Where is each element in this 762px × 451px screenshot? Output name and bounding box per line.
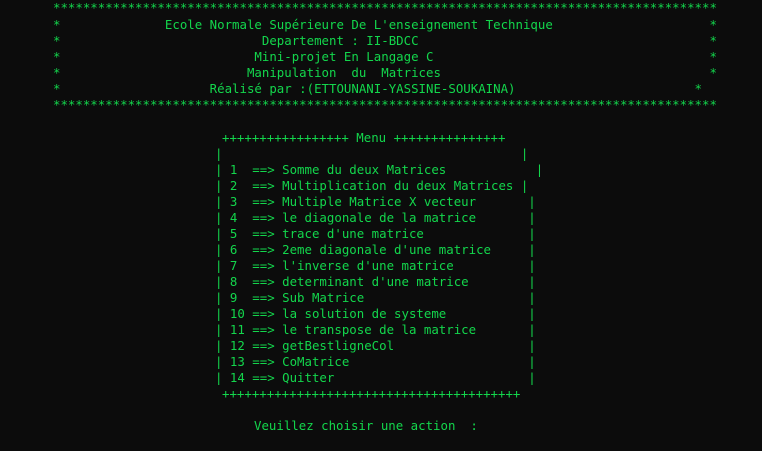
- menu-item-3: | 3 ==> Multiple Matrice X vecteur |: [215, 194, 536, 209]
- menu-item-6: | 6 ==> 2eme diagonale d'une matrice |: [215, 242, 536, 257]
- menu-item-1: | 1 ==> Somme du deux Matrices |: [215, 162, 544, 177]
- menu-item-10: | 10 ==> la solution de systeme |: [215, 306, 536, 321]
- banner-school-line: * Ecole Normale Supérieure De L'enseigne…: [53, 17, 717, 32]
- menu-item-9: | 9 ==> Sub Matrice |: [215, 290, 536, 305]
- menu-item-7: | 7 ==> l'inverse d'une matrice |: [215, 258, 536, 273]
- banner-project-line: * Mini-projet En Langage C *: [53, 49, 717, 64]
- menu-item-4: | 4 ==> le diagonale de la matrice |: [215, 210, 536, 225]
- menu-item-5: | 5 ==> trace d'une matrice |: [215, 226, 536, 241]
- banner-department-line: * Departement : II-BDCC *: [53, 33, 717, 48]
- action-prompt[interactable]: Veuillez choisir une action :: [254, 418, 478, 434]
- menu-header: +++++++++++++++++ Menu +++++++++++++++: [222, 130, 506, 145]
- menu-footer: ++++++++++++++++++++++++++++++++++++++++: [222, 386, 521, 401]
- menu-item-12: | 12 ==> getBestligneCol |: [215, 338, 536, 353]
- menu-item-14: | 14 ==> Quitter |: [215, 370, 536, 385]
- console-window: ****************************************…: [0, 0, 762, 451]
- banner-border-top: ****************************************…: [53, 0, 717, 15]
- banner-authors-line: * Réalisé par :(ETTOUNANI-YASSINE-SOUKAI…: [53, 81, 703, 96]
- menu-item-11: | 11 ==> le transpose de la matrice |: [215, 322, 536, 337]
- menu-blank-row: | |: [215, 146, 529, 161]
- menu-item-8: | 8 ==> determinant d'une matrice |: [215, 274, 536, 289]
- menu-item-2: | 2 ==> Multiplication du deux Matrices …: [215, 178, 529, 193]
- menu-item-13: | 13 ==> CoMatrice |: [215, 354, 536, 369]
- banner-border-bottom: ****************************************…: [53, 97, 717, 112]
- banner-title-line: * Manipulation du Matrices *: [53, 65, 717, 80]
